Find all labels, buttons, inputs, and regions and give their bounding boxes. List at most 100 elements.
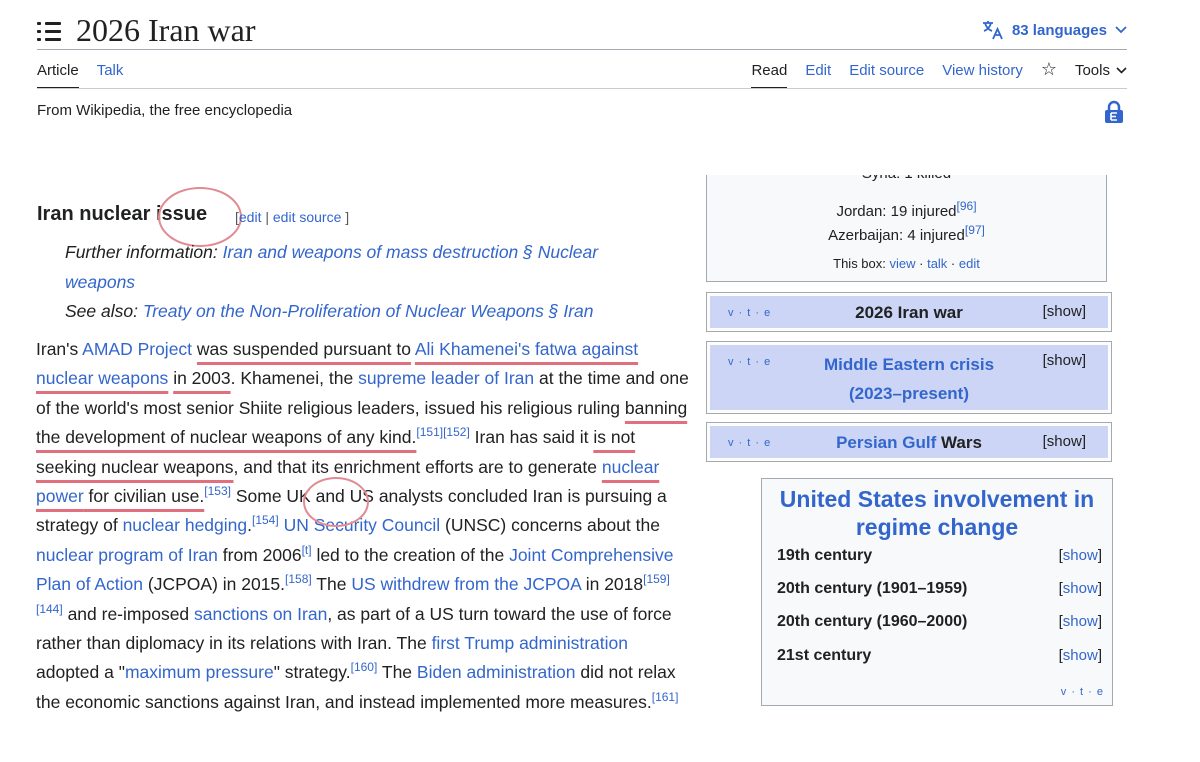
- navbox-persian-gulf-wars: v · t · e Persian Gulf Wars [show]: [706, 422, 1112, 462]
- link-nuclear-program[interactable]: nuclear program of Iran: [36, 545, 218, 565]
- tab-edit[interactable]: Edit: [805, 62, 831, 87]
- bracket: ]: [1097, 613, 1102, 630]
- reference-link[interactable]: [161]: [652, 690, 679, 704]
- tab-article[interactable]: Article: [37, 62, 79, 89]
- reference-link[interactable]: [158]: [285, 572, 312, 586]
- reference-link[interactable]: [144]: [36, 602, 63, 616]
- main-menu-icon[interactable]: [37, 21, 61, 43]
- sidebar-row-label: 20th century (1901–1959): [777, 580, 968, 597]
- text: from 2006: [217, 544, 302, 565]
- bracket: ]: [1097, 547, 1102, 564]
- annotated-text: in 2003: [173, 368, 231, 389]
- reference-link[interactable]: [160]: [351, 661, 378, 675]
- link-supreme-leader[interactable]: supreme leader of Iran: [358, 368, 534, 388]
- navbox-title-link[interactable]: Middle Eastern crisis (2023–present): [805, 350, 1013, 408]
- navbox-header: v · t · e Persian Gulf Wars [show]: [710, 426, 1108, 458]
- reference-link[interactable]: [151]: [416, 425, 443, 439]
- show-link[interactable]: show: [1063, 613, 1098, 630]
- sidebar-row-label: 21st century: [777, 647, 872, 664]
- navbox-show-toggle[interactable]: [show]: [1043, 433, 1086, 450]
- section-edit-source-link[interactable]: edit source: [273, 209, 341, 225]
- link-first-trump-administration[interactable]: first Trump administration: [432, 633, 628, 653]
- hatnote-prefix: Further information:: [65, 242, 223, 262]
- navbox-2026-iran-war: v · t · e 2026 Iran war [show]: [706, 292, 1112, 332]
- navbox-title-link[interactable]: Persian Gulf: [836, 433, 936, 452]
- casualty-text: Azerbaijan: 4 injured: [828, 227, 965, 244]
- navbox-show-toggle[interactable]: [show]: [1043, 352, 1086, 369]
- section-edit-links: [edit | edit source ]: [235, 209, 349, 225]
- tagline: From Wikipedia, the free encyclopedia: [37, 102, 293, 119]
- section-edit-link[interactable]: edit: [239, 209, 262, 225]
- reference: [158]: [285, 572, 312, 586]
- navbox-middle-eastern-crisis: v · t · e Middle Eastern crisis (2023–pr…: [706, 341, 1112, 414]
- show-link[interactable]: show: [1063, 647, 1098, 664]
- this-box-label: This box:: [833, 256, 890, 271]
- sidebar-show-toggle[interactable]: [show]: [1059, 613, 1102, 630]
- show-link[interactable]: show: [1063, 547, 1098, 564]
- edit-link[interactable]: edit: [959, 256, 980, 271]
- text: (JCPOA) in 2015.: [143, 574, 286, 595]
- sidebar-row: 19th century [show]: [777, 547, 1102, 571]
- text: in 2018: [580, 574, 644, 595]
- tab-talk[interactable]: Talk: [97, 62, 124, 89]
- see-also-link[interactable]: Treaty on the Non-Proliferation of Nucle…: [143, 301, 594, 321]
- reference: [154]: [252, 514, 279, 528]
- text: " strategy.: [273, 662, 351, 683]
- reference-link[interactable]: [159]: [643, 572, 670, 586]
- vte-links[interactable]: v · t · e: [1061, 686, 1104, 698]
- chevron-down-icon: [1116, 67, 1127, 74]
- note-link[interactable]: [t]: [302, 543, 312, 557]
- talk-link[interactable]: talk: [927, 256, 947, 271]
- section-heading: Iran nuclear issue: [37, 203, 207, 226]
- reference-link[interactable]: [97]: [965, 223, 985, 237]
- reference-link[interactable]: [152]: [443, 425, 470, 439]
- infobox-row: Jordan: 19 injured[96]: [707, 200, 1106, 224]
- bracket: ]: [1097, 647, 1102, 664]
- link-us-withdrawal[interactable]: US withdrew from the JCPOA: [351, 574, 581, 594]
- link-amad-project[interactable]: AMAD Project: [82, 339, 192, 359]
- reference: [153]: [204, 484, 231, 498]
- further-information-hatnote: Further information: Iran and weapons of…: [65, 238, 645, 297]
- sidebar-row: 20th century (1901–1959) [show]: [777, 580, 1102, 604]
- link-maximum-pressure[interactable]: maximum pressure: [125, 662, 274, 682]
- watch-star-icon[interactable]: ☆: [1041, 60, 1057, 78]
- language-selector[interactable]: 83 languages: [982, 20, 1127, 40]
- navbox-show-toggle[interactable]: [show]: [1043, 303, 1086, 320]
- protection-lock-icon[interactable]: [1104, 100, 1124, 124]
- sidebar-row-label: 20th century (1960–2000): [777, 613, 968, 630]
- link-sanctions[interactable]: sanctions on Iran: [194, 604, 327, 624]
- annotated-text: for civilian use.: [83, 486, 205, 507]
- annotated-text: was suspended pursuant to: [196, 339, 411, 359]
- link-nuclear-hedging[interactable]: nuclear hedging: [123, 515, 248, 535]
- sidebar-row-label: 19th century: [777, 547, 873, 564]
- sidebar-show-toggle[interactable]: [show]: [1059, 647, 1102, 664]
- sidebar-show-toggle[interactable]: [show]: [1059, 580, 1102, 597]
- reference-link[interactable]: [153]: [204, 484, 231, 498]
- edit-bracket: ]: [341, 209, 350, 225]
- text: and re-imposed: [62, 603, 195, 624]
- tools-label: Tools: [1074, 62, 1110, 79]
- tools-menu[interactable]: Tools: [1075, 62, 1127, 79]
- reference: [160]: [351, 661, 378, 675]
- reference-link[interactable]: [154]: [252, 514, 279, 528]
- vte-links[interactable]: v · t · e: [728, 356, 771, 368]
- infobox-casualties: Syria: 1 killed Jordan: 19 injured[96] A…: [706, 175, 1107, 282]
- tab-edit-source[interactable]: Edit source: [849, 62, 924, 87]
- heading-part: issue: [155, 203, 208, 225]
- link-un-security-council[interactable]: UN Security Council: [284, 515, 441, 535]
- link-biden-administration[interactable]: Biden administration: [417, 662, 576, 682]
- sidebar-show-toggle[interactable]: [show]: [1059, 547, 1102, 564]
- sidebar-row: 21st century [show]: [777, 647, 1102, 671]
- separator: ·: [947, 256, 959, 271]
- reference: [t]: [302, 543, 312, 557]
- reference-link[interactable]: [96]: [957, 199, 977, 213]
- reference: [161]: [652, 690, 679, 704]
- sidebar-title[interactable]: United States involvement in regime chan…: [762, 485, 1112, 541]
- sidebar-us-regime-change: United States involvement in regime chan…: [761, 478, 1113, 706]
- text: led to the creation of the: [311, 544, 510, 565]
- navbox-header: v · t · e Middle Eastern crisis (2023–pr…: [710, 345, 1108, 410]
- view-link[interactable]: view: [890, 256, 916, 271]
- show-link[interactable]: show: [1063, 580, 1098, 597]
- tab-read[interactable]: Read: [751, 62, 788, 89]
- tab-view-history[interactable]: View history: [942, 62, 1023, 87]
